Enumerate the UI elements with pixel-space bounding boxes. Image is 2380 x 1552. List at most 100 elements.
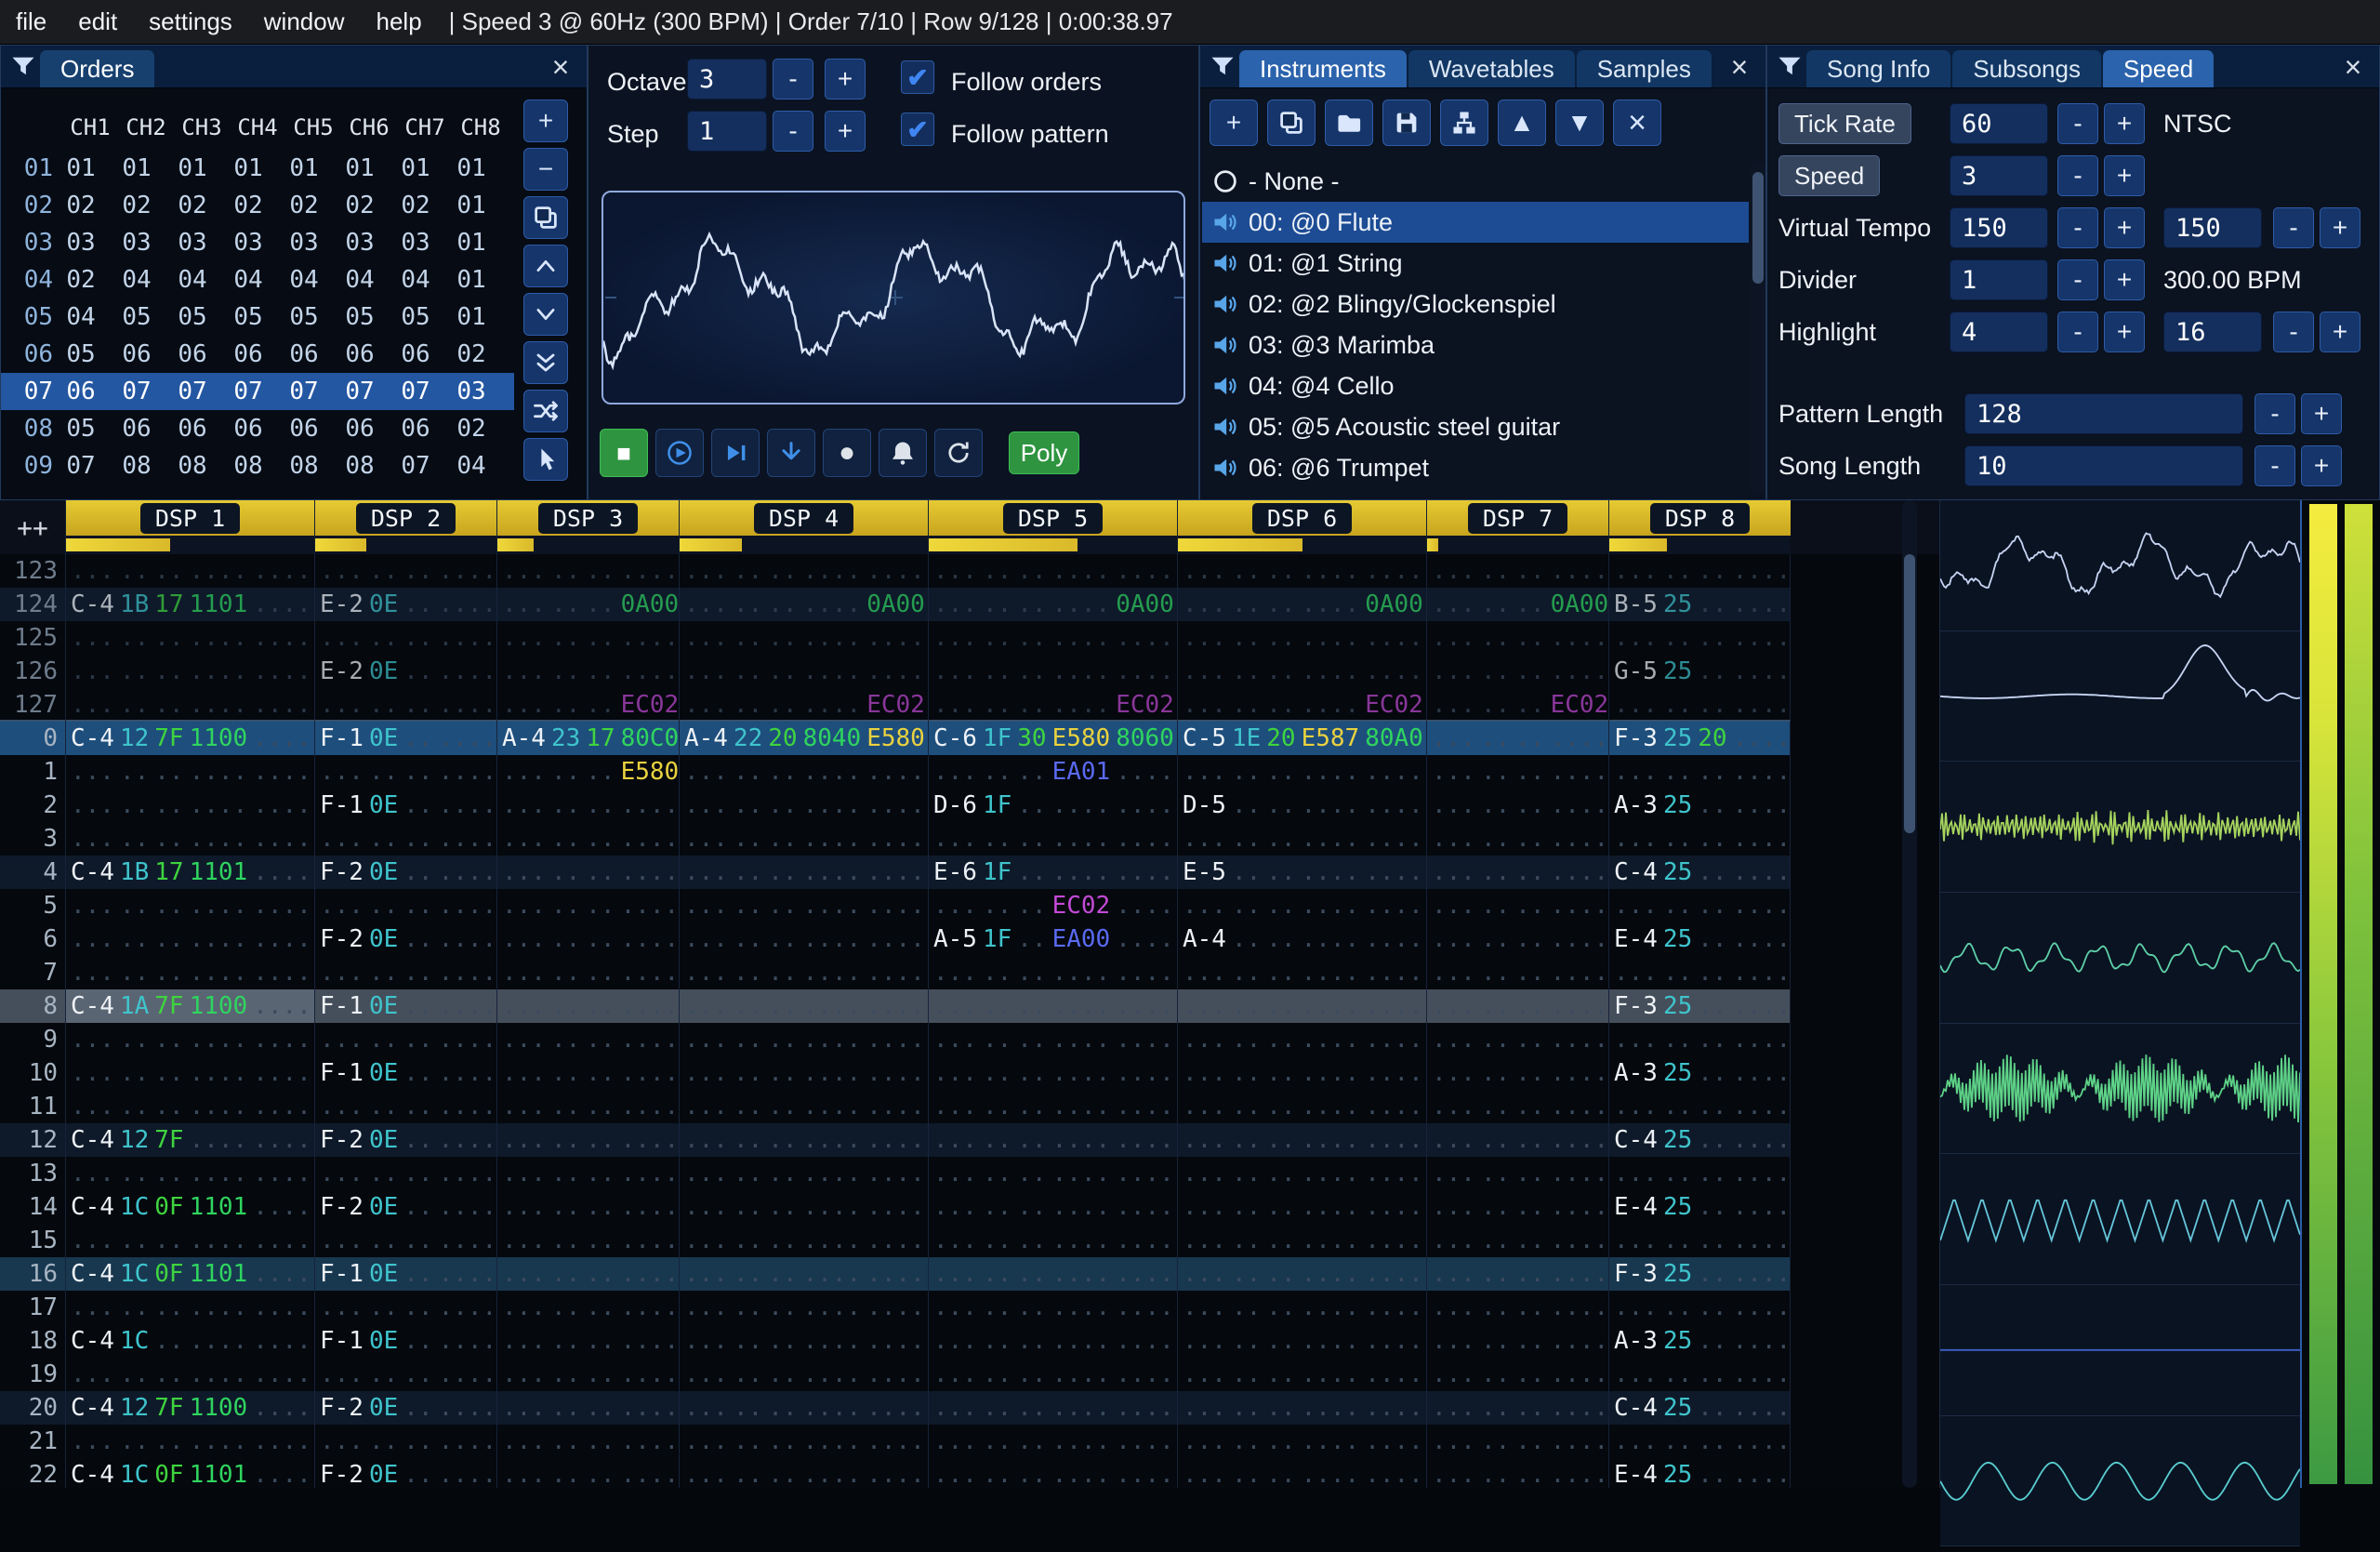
order-cell[interactable]: 06 (332, 340, 388, 368)
channel-header-1[interactable]: DSP 1 (65, 500, 314, 554)
pattern-cell[interactable]: F-3 25...... (1608, 989, 1791, 1023)
pattern-cell[interactable]: ........... (1426, 1257, 1608, 1291)
pattern-cell[interactable]: ........... (1426, 856, 1608, 889)
poly-button[interactable]: Poly (1009, 431, 1079, 474)
pattern-cell[interactable]: ............... (1177, 989, 1426, 1023)
pattern-cell[interactable]: ............... (679, 755, 928, 789)
order-cell[interactable]: 05 (388, 303, 443, 331)
instrument-item[interactable]: 04: @4 Cello (1202, 365, 1749, 406)
order-move-down-button[interactable] (523, 293, 568, 336)
divider-plus-button[interactable]: + (2104, 259, 2145, 300)
pattern-cell[interactable]: F-1 0E...... (314, 789, 496, 822)
order-cell[interactable]: 06 (220, 340, 276, 368)
pattern-cell[interactable]: A-4 23 17 80C0 (496, 722, 679, 755)
speed-button[interactable]: Speed (1778, 155, 1881, 196)
pattern-row-6[interactable]: 6............... F-2 0E...................… (0, 922, 1791, 956)
pattern-row-127[interactable]: 127................................. EC02… (0, 688, 1791, 722)
order-cell[interactable]: 06 (165, 340, 220, 368)
order-cell[interactable]: 06 (53, 378, 109, 405)
pattern-cell[interactable]: ............... (679, 956, 928, 989)
pattern-cell[interactable]: ........... (1608, 621, 1791, 655)
pattern-cell[interactable]: F-3 25 20.... (1608, 722, 1791, 755)
pattern-cell[interactable]: ............... (679, 621, 928, 655)
window-menu-icon[interactable] (7, 46, 40, 87)
pattern-cell[interactable]: ............... (1177, 1123, 1426, 1157)
pattern-cell[interactable]: ............... (65, 1157, 314, 1190)
pattern-cell[interactable]: ....... 0A00 (496, 588, 679, 621)
order-cell[interactable]: 05 (276, 303, 332, 331)
pattern-cell[interactable]: ........... (314, 621, 496, 655)
order-cell[interactable]: 06 (109, 415, 165, 443)
pattern-cell[interactable]: A-4 22 20 8040 E580 (679, 722, 928, 755)
pattern-cell[interactable]: ............... (65, 554, 314, 588)
pattern-cell[interactable]: ........... (496, 889, 679, 922)
pattern-cell[interactable]: ........... (1426, 1023, 1608, 1056)
pattern-cell[interactable]: C-4 12 7F........ (65, 1123, 314, 1157)
instrument-item[interactable]: 03: @3 Marimba (1202, 325, 1749, 365)
speed-input[interactable]: 3 (1950, 155, 2048, 196)
instruments-tab-samples[interactable]: Samples (1576, 50, 1712, 87)
order-cell[interactable]: 05 (165, 303, 220, 331)
pattern-length-plus-button[interactable]: + (2301, 393, 2342, 434)
order-cell[interactable]: 01 (53, 154, 109, 182)
order-cell[interactable]: 02 (276, 192, 332, 219)
pattern-cell[interactable]: ........... (496, 1224, 679, 1257)
highlight-first-input[interactable]: 4 (1950, 312, 2048, 352)
instrument-item[interactable]: 01: @1 String (1202, 243, 1749, 284)
order-cell[interactable]: 03 (276, 229, 332, 257)
pattern-cell[interactable]: ............... (1177, 1224, 1426, 1257)
order-cell[interactable]: 06 (109, 340, 165, 368)
pattern-cell[interactable]: ........... (1608, 889, 1791, 922)
pattern-cell[interactable]: ........... (496, 1458, 679, 1488)
pattern-cell[interactable]: ............... (1177, 1257, 1426, 1291)
pattern-cell[interactable]: ............... (928, 655, 1177, 688)
tick-rate-input[interactable]: 60 (1950, 103, 2048, 144)
pattern-cell[interactable]: ........... (496, 856, 679, 889)
pattern-cell[interactable]: ........... (496, 1023, 679, 1056)
pattern-cell[interactable]: E-4 25...... (1608, 1190, 1791, 1224)
pattern-cell[interactable]: ........... (496, 822, 679, 856)
pattern-cell[interactable]: C-4 12 7F 1100.... (65, 1391, 314, 1425)
pattern-cell[interactable]: A-3 25...... (1608, 1056, 1791, 1090)
pattern-cell[interactable]: ............... (65, 755, 314, 789)
pattern-cell[interactable]: ........... (1426, 1391, 1608, 1425)
instrument-add-button[interactable]: + (1210, 99, 1258, 146)
order-cell[interactable]: 06 (165, 415, 220, 443)
pattern-cell[interactable]: ............... (679, 1123, 928, 1157)
pattern-cell[interactable]: F-2 0E...... (314, 1190, 496, 1224)
pattern-cell[interactable]: E-2 0E...... (314, 655, 496, 688)
scrollbar-thumb[interactable] (1904, 554, 1915, 833)
pattern-cell[interactable]: ............... (65, 621, 314, 655)
order-cell[interactable]: 05 (220, 303, 276, 331)
channel-header-8[interactable]: DSP 8 (1608, 500, 1791, 554)
pattern-row-19[interactable]: 19......................................… (0, 1358, 1791, 1391)
pattern-cell[interactable]: ........... (1608, 1157, 1791, 1190)
speed-minus-button[interactable]: - (2057, 155, 2098, 196)
pattern-cell[interactable]: ........... (496, 789, 679, 822)
pattern-cell[interactable]: ........... (496, 1157, 679, 1190)
order-cell[interactable]: 08 (165, 452, 220, 480)
order-cell[interactable]: 04 (220, 266, 276, 294)
pattern-cell[interactable]: ........... (1608, 688, 1791, 722)
instrument-move-up-button[interactable]: ▲ (1498, 99, 1546, 146)
pattern-length-minus-button[interactable]: - (2254, 393, 2295, 434)
pattern-cell[interactable]: F-1 0E...... (314, 989, 496, 1023)
pattern-row-8[interactable]: 8 C-4 1A 7F 1100.... F-1 0E...................… (0, 989, 1791, 1023)
order-cell[interactable]: 01 (276, 154, 332, 182)
menu-edit[interactable]: edit (62, 0, 133, 44)
pattern-cell[interactable]: F-2 0E...... (314, 1458, 496, 1488)
pattern-row-16[interactable]: 16 C-4 1C 0F 1101.... F-1 0E..................… (0, 1257, 1791, 1291)
pattern-cell[interactable]: ............... (679, 1090, 928, 1123)
pattern-cell[interactable]: ........... (1426, 655, 1608, 688)
order-remove-button[interactable]: − (523, 148, 568, 191)
order-cell[interactable]: 01 (443, 192, 499, 219)
instrument-folders-button[interactable] (1440, 99, 1488, 146)
order-cell[interactable]: 03 (443, 378, 499, 405)
virtual-tempo-divisor-plus-button[interactable]: + (2320, 207, 2360, 248)
channel-header-4[interactable]: DSP 4 (679, 500, 928, 554)
order-cell[interactable]: 06 (388, 340, 443, 368)
pattern-cell[interactable]: ............... (928, 822, 1177, 856)
pattern-cell[interactable]: ........... (496, 1123, 679, 1157)
order-cell[interactable]: 07 (332, 378, 388, 405)
order-cell[interactable]: 02 (53, 192, 109, 219)
